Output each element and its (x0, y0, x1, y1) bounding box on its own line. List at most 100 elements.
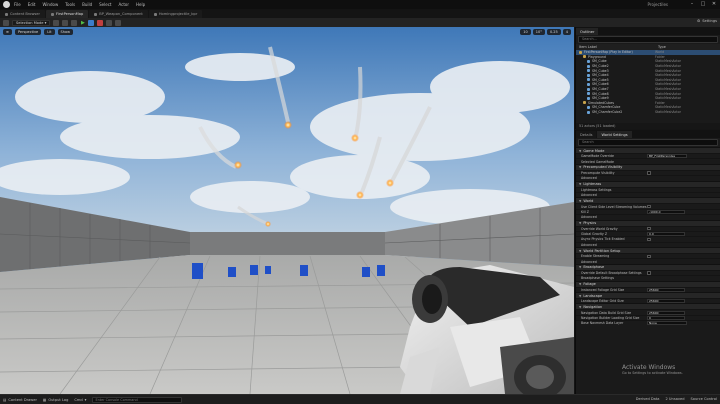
outliner-row-label: FirstPersonMap (Play In Editor) (584, 50, 633, 55)
property-checkbox[interactable] (647, 254, 651, 259)
blueprint-icon[interactable] (62, 19, 69, 26)
property-checkbox[interactable] (647, 271, 651, 275)
rotation-snap-button[interactable]: 10° (532, 29, 545, 35)
platforms-icon[interactable] (115, 19, 122, 26)
property-name[interactable]: Advanced (581, 215, 647, 219)
outliner-row-label: SM_ChamferCube (592, 105, 621, 110)
property-number-input[interactable]: 0.0 (647, 232, 685, 237)
outliner-row-type: StaticMeshActor (655, 105, 681, 110)
stop-icon[interactable] (97, 19, 104, 26)
minimize-icon[interactable]: – (688, 1, 696, 8)
folder-icon (583, 101, 586, 105)
tab-homingprojectile[interactable]: Homingprojectile_bpr (148, 10, 203, 18)
settings-button[interactable]: ⚙ Settings (697, 19, 717, 23)
source-control-button[interactable]: Source Control (691, 397, 717, 401)
property-number-input[interactable]: -1000.0 (647, 209, 685, 214)
menu-window[interactable]: Window (42, 2, 58, 7)
play-icon[interactable]: ▶ (80, 20, 85, 26)
outliner-row[interactable]: SM_ChamferCube2 StaticMeshActor (576, 110, 720, 115)
cmd-button[interactable]: Cmd ▾ (74, 398, 86, 402)
property-value (647, 204, 651, 209)
property-checkbox[interactable] (647, 226, 651, 231)
outliner-row-type: World (655, 50, 665, 55)
property-name[interactable]: Advanced (581, 243, 647, 247)
outliner-row-type: StaticMeshActor (655, 77, 681, 82)
details-search-input[interactable]: Search (578, 139, 718, 146)
property-checkbox[interactable] (647, 237, 651, 242)
menu-build[interactable]: Build (82, 2, 92, 7)
scale-snap-button[interactable]: 0.25 (546, 29, 561, 35)
property-checkbox[interactable] (647, 171, 651, 175)
tab-world-settings[interactable]: World Settings (597, 131, 632, 138)
maximize-icon[interactable]: □ (699, 1, 707, 8)
folder-icon (5, 12, 8, 16)
static-mesh-icon (587, 92, 590, 96)
property-value: BP_FirstPersonGa (647, 154, 687, 159)
project-name: Projectiles (647, 2, 668, 7)
expand-arrow-icon: ▼ (579, 182, 582, 187)
column-type[interactable]: Type (658, 45, 666, 49)
column-item-label[interactable]: Item Label (579, 45, 658, 49)
output-log-button[interactable]: ▦ Output Log (43, 398, 68, 402)
save-icon[interactable] (3, 19, 9, 26)
tab-bp-weapon-component[interactable]: BP_Weapon_Component (89, 10, 148, 18)
expand-arrow-icon: ▼ (579, 248, 582, 253)
cinematics-icon[interactable] (71, 19, 78, 26)
section-title: Broadphase (583, 265, 605, 270)
derived-data-button[interactable]: Derived Data (636, 397, 660, 401)
grid-snap-button[interactable]: 10 (520, 29, 531, 35)
outliner-row-type: StaticMeshActor (655, 82, 681, 87)
camera-speed-button[interactable]: 4 (562, 29, 571, 35)
add-content-icon[interactable] (53, 19, 60, 26)
unreal-logo-icon (3, 1, 10, 8)
property-dropdown[interactable]: BP_FirstPersonGa (647, 154, 687, 159)
outliner-search-input[interactable]: Search... (578, 36, 718, 43)
property-name[interactable]: Advanced (581, 260, 647, 264)
lit-button[interactable]: Lit (44, 29, 55, 35)
property-name[interactable]: Advanced (581, 193, 647, 197)
outliner-row-label: SimulatedCubes (588, 100, 614, 105)
viewport-menu-button[interactable]: ≡ (3, 29, 12, 35)
property-dropdown[interactable]: None (647, 321, 687, 326)
menu-select[interactable]: Select (99, 2, 111, 7)
property-name[interactable]: Advanced (581, 176, 647, 180)
mode-select[interactable]: Selection Mode ▾ (12, 19, 51, 26)
details-tabs: Details World Settings (576, 130, 720, 138)
content-drawer-button[interactable]: ▤ Content Drawer (3, 398, 37, 402)
unsaved-button[interactable]: 2 Unsaved (665, 397, 684, 401)
menu-tools[interactable]: Tools (65, 2, 75, 7)
tab-firstpersonmap[interactable]: FirstPersonMap (46, 10, 89, 18)
eject-icon[interactable] (106, 19, 113, 26)
pause-icon[interactable] (88, 19, 95, 26)
static-mesh-icon (587, 96, 590, 100)
static-mesh-icon (587, 64, 590, 68)
tab-details[interactable]: Details (576, 131, 597, 138)
menu-file[interactable]: File (14, 2, 21, 7)
property-number-input[interactable]: 25600 (647, 299, 685, 304)
outliner-tabs: Outliner (576, 27, 720, 35)
static-mesh-icon (587, 73, 590, 77)
outliner-row-type: StaticMeshActor (655, 59, 681, 64)
menu-help[interactable]: Help (136, 2, 145, 7)
property-number-input[interactable]: 25600 (647, 287, 685, 292)
section-title: Physics (583, 221, 597, 226)
perspective-button[interactable]: Perspective (14, 29, 42, 35)
property-number-input[interactable]: 0 (647, 316, 685, 320)
level-viewport[interactable]: ≡ Perspective Lit Show 10 10° 0.25 4 (0, 27, 574, 394)
outliner-row-type: StaticMeshActor (655, 96, 681, 101)
close-icon[interactable]: ✕ (710, 1, 718, 8)
property-number-input[interactable]: 25600 (647, 310, 685, 315)
show-button[interactable]: Show (57, 29, 73, 35)
outliner-row-label: SM_Cube7 (592, 87, 609, 92)
static-mesh-icon (587, 59, 590, 63)
menu-edit[interactable]: Edit (28, 2, 36, 7)
tab-outliner[interactable]: Outliner (576, 28, 599, 35)
tab-content-browser[interactable]: Content Browser (0, 10, 45, 18)
property-checkbox[interactable] (647, 204, 651, 209)
status-bar: ▤ Content Drawer ▦ Output Log Cmd ▾ Enter C… (0, 394, 720, 404)
expand-arrow-icon: ▼ (579, 293, 582, 298)
outliner-row-type: Folder (655, 54, 665, 59)
menu-actor[interactable]: Actor (118, 2, 129, 7)
static-mesh-icon (587, 110, 590, 114)
console-command-input[interactable]: Enter Console Command (92, 396, 183, 403)
